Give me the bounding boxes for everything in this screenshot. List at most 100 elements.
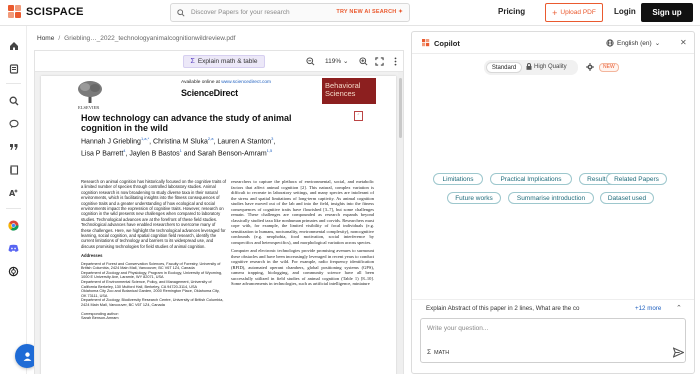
- breadcrumb-separator: /: [58, 35, 61, 42]
- pdf-scrollbar[interactable]: [398, 72, 403, 374]
- more-suggestions-link[interactable]: +12 more: [635, 305, 661, 312]
- chip-dataset-used[interactable]: Dataset used: [600, 192, 654, 204]
- addresses-heading: Addresses: [81, 253, 103, 259]
- chrome-extension-icon[interactable]: [8, 220, 19, 231]
- chevron-down-icon: ⌄: [342, 58, 349, 65]
- copilot-logo-icon: [422, 39, 430, 47]
- breadcrumb: Home / Griebling…_2022_technologyanimalc…: [37, 35, 235, 42]
- chip-future-works[interactable]: Future works: [447, 192, 501, 204]
- scispace-logo-icon: [8, 5, 22, 19]
- copilot-panel: Copilot English (en) ⌄ ✕ Standard High Q…: [411, 31, 695, 374]
- chevron-down-icon: ⌄: [654, 40, 661, 47]
- zoom-value: 119%: [325, 58, 342, 65]
- paper-authors: Hannah J Griebling1,a,*, Christina M Slu…: [81, 136, 276, 158]
- language-value: English (en): [617, 39, 652, 47]
- address-4: Oklahoma City Zoo and Botanical Garden, …: [81, 289, 220, 298]
- quote-icon[interactable]: [8, 141, 19, 152]
- library-icon[interactable]: [8, 63, 19, 74]
- sciencedirect-link[interactable]: www.sciencedirect.com: [221, 80, 271, 85]
- explain-math-table-button[interactable]: Σ Explain math & table: [183, 55, 265, 68]
- chat-icon[interactable]: [8, 118, 19, 129]
- ai-search-link[interactable]: TRY NEW AI SEARCH ✦: [336, 9, 403, 15]
- left-sidebar: A: [0, 26, 27, 374]
- pdf-scroll-thumb[interactable]: [399, 78, 402, 138]
- suggested-question-text[interactable]: Explain Abstract of this paper in 2 line…: [426, 305, 579, 312]
- available-prefix: Available online at: [181, 80, 220, 85]
- chip-related-papers[interactable]: Related Papers: [606, 173, 667, 185]
- journal-name-line2: Sciences: [325, 89, 356, 98]
- author-4: Lisa P Barrett: [81, 150, 124, 158]
- sigma-icon: Σ: [427, 349, 432, 356]
- chip-limitations[interactable]: Limitations: [433, 173, 483, 185]
- fullscreen-icon[interactable]: [374, 56, 384, 66]
- pdf-toolbar: Σ Explain math & table 119% ⌄: [35, 51, 403, 72]
- journal-cover: Behavioral Sciences: [322, 78, 376, 104]
- ai-search-label: TRY NEW AI SEARCH: [336, 9, 397, 15]
- send-icon[interactable]: [673, 347, 684, 358]
- signup-button[interactable]: Sign up: [641, 3, 693, 22]
- elsevier-logo: [78, 81, 102, 103]
- more-options-icon[interactable]: [390, 56, 400, 66]
- chip-summarise-introduction[interactable]: Summarise introduction: [508, 192, 594, 204]
- user-icon: [23, 351, 31, 361]
- discord-icon[interactable]: [8, 243, 19, 254]
- elsevier-wordmark: ELSEVIER: [78, 105, 100, 110]
- search-icon: [177, 8, 185, 17]
- plus-icon: +: [552, 7, 558, 18]
- language-selector[interactable]: English (en) ⌄: [606, 39, 660, 47]
- address-1: Department of Forest and Conservation Sc…: [81, 261, 221, 271]
- author-2: , Christina M Sluka: [149, 138, 208, 146]
- zoom-out-icon[interactable]: [305, 56, 315, 66]
- check-updates-icon[interactable]: ✓: [354, 111, 363, 121]
- question-composer: Σ MATH: [420, 318, 686, 363]
- openai-icon[interactable]: [8, 266, 19, 277]
- pdf-page: ELSEVIER Available online at www.science…: [41, 76, 396, 374]
- question-input[interactable]: [427, 325, 667, 339]
- search-input[interactable]: [191, 9, 321, 16]
- search-icon[interactable]: [8, 95, 19, 106]
- upload-pdf-button[interactable]: + Upload PDF: [545, 3, 603, 22]
- corresponding-name: Sarah Benson-Amram: [81, 316, 119, 321]
- author-1: Hannah J Griebling: [81, 138, 141, 146]
- ai-writer-icon[interactable]: A: [8, 187, 19, 198]
- svg-text:A: A: [9, 189, 16, 198]
- copilot-header: Copilot English (en) ⌄ ✕: [412, 32, 694, 54]
- login-link[interactable]: Login: [614, 7, 636, 16]
- lock-icon: [526, 63, 532, 70]
- mode-high-quality[interactable]: High Quality: [526, 63, 567, 70]
- chevron-up-icon[interactable]: ⌃: [676, 304, 682, 312]
- upload-pdf-label: Upload PDF: [560, 9, 596, 16]
- home-icon[interactable]: [8, 40, 19, 51]
- math-toggle[interactable]: Σ MATH: [427, 349, 449, 356]
- breadcrumb-home[interactable]: Home: [37, 35, 54, 42]
- chip-practical-implications[interactable]: Practical Implications: [490, 173, 572, 185]
- author-3: , Lauren A Stanton: [213, 138, 272, 146]
- new-badge: NEW: [599, 63, 619, 72]
- sigma-icon: Σ: [190, 58, 195, 65]
- pricing-link[interactable]: Pricing: [498, 7, 525, 16]
- explain-math-table-label: Explain math & table: [197, 58, 258, 65]
- close-icon[interactable]: ✕: [680, 38, 687, 47]
- search-bar[interactable]: TRY NEW AI SEARCH ✦: [170, 3, 410, 22]
- zoom-in-icon[interactable]: [358, 56, 368, 66]
- mode-toggle: Standard High Quality: [484, 60, 578, 75]
- notebook-icon[interactable]: [8, 164, 19, 175]
- address-2: Department of Zoology and Physiology, Pr…: [81, 270, 223, 280]
- mode-high-quality-label: High Quality: [534, 63, 567, 70]
- body-column: researchers to capture the plethora of e…: [231, 179, 374, 290]
- mode-standard[interactable]: Standard: [486, 62, 522, 73]
- pdf-viewer[interactable]: Σ Explain math & table 119% ⌄ ELSEVIER A…: [34, 50, 404, 374]
- abstract-text: Research on animal cognition has histori…: [81, 179, 227, 249]
- math-label: MATH: [434, 349, 450, 356]
- address-3: Department of Environmental Science, Pol…: [81, 280, 212, 289]
- suggested-questions[interactable]: Explain Abstract of this paper in 2 line…: [412, 299, 694, 315]
- paper-title: How technology can advance the study of …: [81, 113, 292, 133]
- author-6: and Sarah Benson-Amram: [181, 150, 267, 158]
- top-navbar: SCISPACE TRY NEW AI SEARCH ✦ Pricing + U…: [0, 0, 700, 26]
- body-paragraph-1: researchers to capture the plethora of e…: [231, 179, 374, 245]
- zoom-level[interactable]: 119% ⌄: [325, 57, 348, 65]
- abstract-column: Research on animal cognition has histori…: [81, 179, 226, 321]
- gear-icon[interactable]: [586, 63, 594, 71]
- scispace-logo[interactable]: SCISPACE: [8, 5, 84, 19]
- body-paragraph-2: Computer and electronic technologies pro…: [231, 248, 374, 286]
